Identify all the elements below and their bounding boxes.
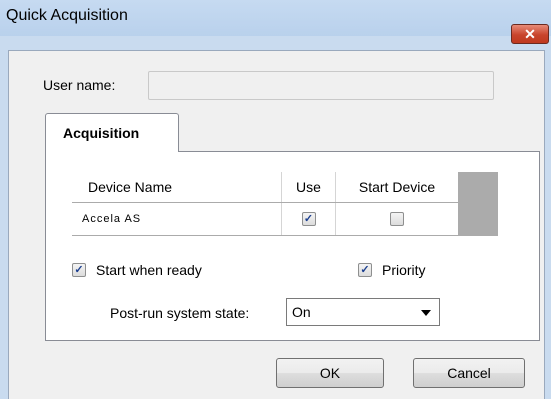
device-grid-header: Device Name Use Start Device	[72, 172, 458, 202]
window-title: Quick Acquisition	[6, 7, 128, 24]
column-header-device-name[interactable]: Device Name	[72, 172, 282, 202]
start-device-cell	[336, 203, 458, 235]
user-name-label: User name:	[43, 77, 116, 93]
chevron-down-icon	[421, 310, 431, 316]
user-name-field[interactable]	[148, 71, 494, 100]
tab-acquisition[interactable]: Acquisition	[45, 113, 179, 152]
close-icon: ✕	[524, 25, 536, 42]
priority-checkbox[interactable]	[358, 263, 372, 277]
cancel-button[interactable]: Cancel	[413, 358, 525, 388]
priority-option[interactable]: Priority	[358, 262, 426, 278]
dialog-body: User name: Acquisition Device Name Use S…	[8, 50, 545, 399]
device-grid: Device Name Use Start Device Accela AS	[72, 172, 498, 236]
quick-acquisition-dialog: Quick Acquisition ✕ User name: Acquisiti…	[0, 0, 551, 399]
table-row[interactable]: Accela AS	[72, 203, 458, 235]
use-checkbox[interactable]	[301, 212, 316, 226]
post-run-state-label: Post-run system state:	[110, 305, 250, 321]
acquisition-panel: Device Name Use Start Device Accela AS S…	[45, 151, 540, 341]
start-when-ready-checkbox[interactable]	[72, 263, 86, 277]
start-when-ready-label: Start when ready	[96, 262, 202, 278]
column-header-start-device[interactable]: Start Device	[336, 172, 458, 202]
start-device-checkbox[interactable]	[390, 212, 404, 226]
start-when-ready-option[interactable]: Start when ready	[72, 262, 202, 278]
title-bar[interactable]: Quick Acquisition	[0, 0, 551, 36]
tab-acquisition-label: Acquisition	[63, 125, 140, 141]
post-run-state-value: On	[292, 304, 311, 320]
close-button[interactable]: ✕	[511, 24, 549, 44]
post-run-state-select[interactable]: On	[286, 298, 440, 326]
device-name-cell: Accela AS	[72, 203, 282, 235]
use-cell	[282, 203, 336, 235]
column-header-use[interactable]: Use	[282, 172, 336, 202]
ok-button[interactable]: OK	[276, 358, 384, 388]
priority-label: Priority	[382, 262, 426, 278]
